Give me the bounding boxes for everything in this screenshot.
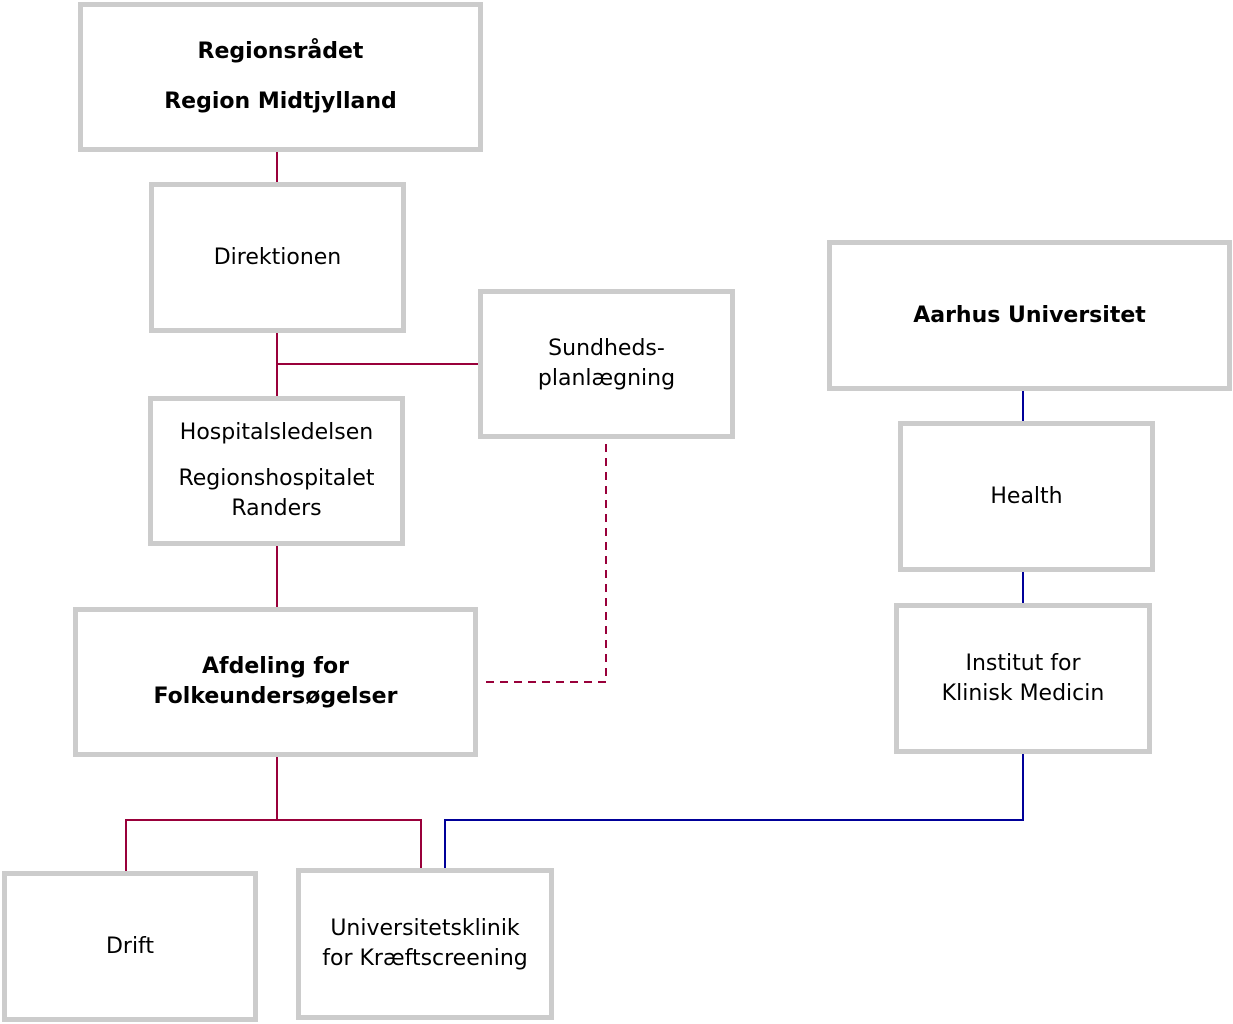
node-regionsraadet-line1: Regionsrådet — [197, 39, 364, 64]
node-health: Health — [898, 421, 1155, 572]
node-regionsraadet: Regionsrådet Region Midtjylland — [78, 2, 483, 152]
connector-sundhedsplanlaegning-afdeling-dashed — [484, 444, 607, 683]
node-hospitalsledelsen-line3: Randers — [231, 496, 322, 521]
node-hospitalsledelsen: Hospitalsledelsen Regionshospitalet Rand… — [148, 396, 405, 546]
node-universitetsklinik: Universitetsklinik for Kræftscreening — [296, 868, 554, 1020]
node-institut: Institut for Klinisk Medicin — [894, 603, 1152, 754]
node-institut-line2: Klinisk Medicin — [941, 680, 1105, 706]
node-hospitalsledelsen-line1: Hospitalsledelsen — [179, 420, 374, 445]
node-regionsraadet-line2: Region Midtjylland — [164, 89, 397, 114]
connector-institut-universitetsklinik — [444, 754, 1024, 868]
node-universitetsklinik-line1: Universitetsklinik — [330, 916, 520, 941]
node-direktionen-label: Direktionen — [213, 244, 342, 270]
node-sundhedsplanlaegning-line1: Sundheds- — [548, 336, 665, 361]
node-afdeling-line2: Folkeundersøgelser — [153, 684, 398, 709]
node-drift: Drift — [2, 871, 258, 1022]
node-sundhedsplanlaegning-line2: planlægning — [537, 366, 676, 391]
node-afdeling-line1: Afdeling for — [202, 654, 349, 679]
node-institut-line1: Institut for — [965, 650, 1081, 676]
connector-afdeling-drift-universitetsklinik — [125, 819, 422, 871]
node-sundhedsplanlaegning: Sundheds- planlægning — [478, 289, 735, 439]
node-aarhus-universitet-label: Aarhus Universitet — [913, 302, 1146, 328]
node-hospitalsledelsen-line2: Regionshospitalet — [178, 466, 375, 491]
node-afdeling: Afdeling for Folkeundersøgelser — [73, 607, 478, 757]
node-universitetsklinik-line2: for Kræftscreening — [322, 946, 528, 971]
node-direktionen: Direktionen — [149, 182, 406, 333]
node-health-label: Health — [990, 483, 1063, 509]
node-aarhus-universitet: Aarhus Universitet — [827, 240, 1232, 391]
node-drift-label: Drift — [105, 933, 155, 959]
